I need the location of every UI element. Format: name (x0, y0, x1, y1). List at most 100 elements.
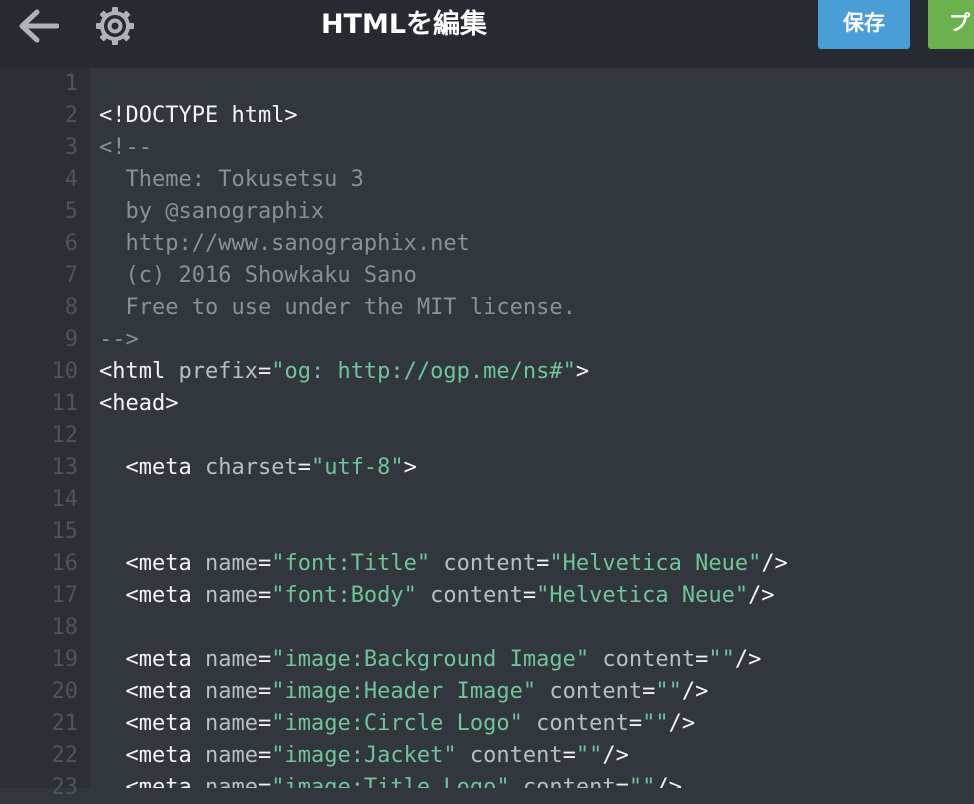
code-token: "image:Circle Logo" (271, 711, 523, 736)
code-token: = (642, 679, 656, 704)
code-token: = (257, 679, 272, 704)
line-number: 14 (51, 487, 79, 512)
code-token: <meta (125, 583, 192, 608)
code-token: "" (655, 679, 682, 704)
code-line[interactable]: <meta name="image:Circle Logo" content="… (99, 708, 696, 740)
code-token: <meta (125, 647, 192, 672)
line-number: 18 (51, 615, 79, 640)
settings-button[interactable] (92, 4, 138, 48)
line-number: 11 (51, 391, 79, 416)
code-token: <meta (125, 679, 192, 704)
code-token: = (257, 583, 272, 608)
code-token: (c) 2016 Showkaku Sano (99, 263, 417, 288)
code-token: by @sanographix (99, 199, 325, 224)
code-token: = (257, 711, 272, 736)
code-token: = (257, 359, 272, 384)
code-token: "og: http://ogp.me/ns#" (271, 359, 576, 384)
code-line[interactable]: <meta charset="utf-8"> (99, 452, 417, 484)
code-line[interactable]: <html prefix="og: http://ogp.me/ns#"> (99, 356, 589, 388)
code-line[interactable]: Theme: Tokusetsu 3 (99, 164, 363, 196)
code-line[interactable]: by @sanographix (99, 196, 324, 228)
code-token: "image:Header Image" (271, 679, 537, 704)
code-line[interactable]: (c) 2016 Showkaku Sano (99, 260, 417, 292)
line-number: 1 (64, 71, 78, 96)
code-token: <meta (125, 743, 192, 768)
code-token: charset (204, 455, 298, 480)
code-line[interactable]: <!DOCTYPE html> (99, 100, 298, 132)
code-line[interactable]: <meta name="image:Title Logo" content=""… (99, 772, 682, 788)
code-line[interactable]: <meta name="font:Body" content="Helvetic… (99, 580, 775, 612)
line-number: 15 (51, 519, 79, 544)
code-line[interactable]: <meta name="image:Jacket" content=""/> (99, 740, 629, 772)
code-token: /> (734, 647, 762, 672)
code-token: /> (602, 743, 629, 768)
page-title: HTMLを編集 (320, 9, 488, 40)
line-number: 13 (51, 455, 79, 480)
code-editor[interactable]: <!DOCTYPE html> <!-- Theme: Tokusetsu 3 b… (90, 68, 974, 788)
code-token: /> (668, 711, 696, 736)
line-number: 21 (51, 711, 79, 736)
code-line[interactable]: <head> (99, 388, 178, 420)
code-token: "" (708, 647, 735, 672)
code-token: content (536, 711, 629, 736)
preview-button[interactable]: プレビュー (928, 0, 974, 49)
code-token: content (443, 551, 537, 576)
code-line[interactable]: <meta name="image:Header Image" content=… (99, 676, 709, 708)
line-number: 5 (64, 199, 78, 224)
gear-icon (96, 7, 134, 45)
code-token: prefix (178, 359, 258, 384)
code-token: "image:Background Image" (271, 647, 590, 672)
code-token: = (257, 647, 272, 672)
code-token: Free to use under the MIT license. (99, 295, 576, 320)
line-number: 6 (64, 231, 78, 256)
code-line[interactable]: <meta name="font:Title" content="Helveti… (99, 548, 788, 580)
line-number: 8 (64, 295, 78, 320)
back-arrow-icon (19, 9, 59, 43)
code-line[interactable]: http://www.sanographix.net (99, 228, 469, 260)
code-line[interactable]: <meta name="image:Background Image" cont… (99, 644, 762, 676)
code-token: name (204, 775, 258, 788)
line-number: 10 (51, 359, 79, 384)
code-line[interactable]: --> (99, 324, 139, 356)
line-number: 9 (64, 327, 78, 352)
code-token: <meta (125, 775, 192, 788)
code-token: > (403, 455, 417, 480)
code-token: /> (761, 551, 788, 576)
code-line[interactable]: Free to use under the MIT license. (99, 292, 576, 324)
line-number: 12 (51, 423, 79, 448)
code-token: "" (575, 743, 603, 768)
code-token: "Helvetica Neue" (549, 551, 762, 576)
line-number: 17 (51, 583, 79, 608)
save-button[interactable]: 保存 (818, 0, 910, 49)
code-token: <meta (125, 551, 192, 576)
code-token: = (257, 775, 272, 788)
code-token: > (575, 359, 590, 384)
top-toolbar: HTMLを編集 保存 プレビュー (0, 0, 974, 68)
code-token: "image:Title Logo" (271, 775, 510, 788)
code-token: name (204, 551, 258, 576)
code-token: = (522, 583, 537, 608)
line-number: 3 (64, 135, 78, 160)
line-number-gutter: 1 2 3 4 5 6 7 8 9 10 11 12 13 14 15 16 17 18 19 20 21 22 23 (0, 68, 90, 800)
code-line[interactable]: <!-- (99, 132, 152, 164)
back-button[interactable] (14, 6, 62, 46)
